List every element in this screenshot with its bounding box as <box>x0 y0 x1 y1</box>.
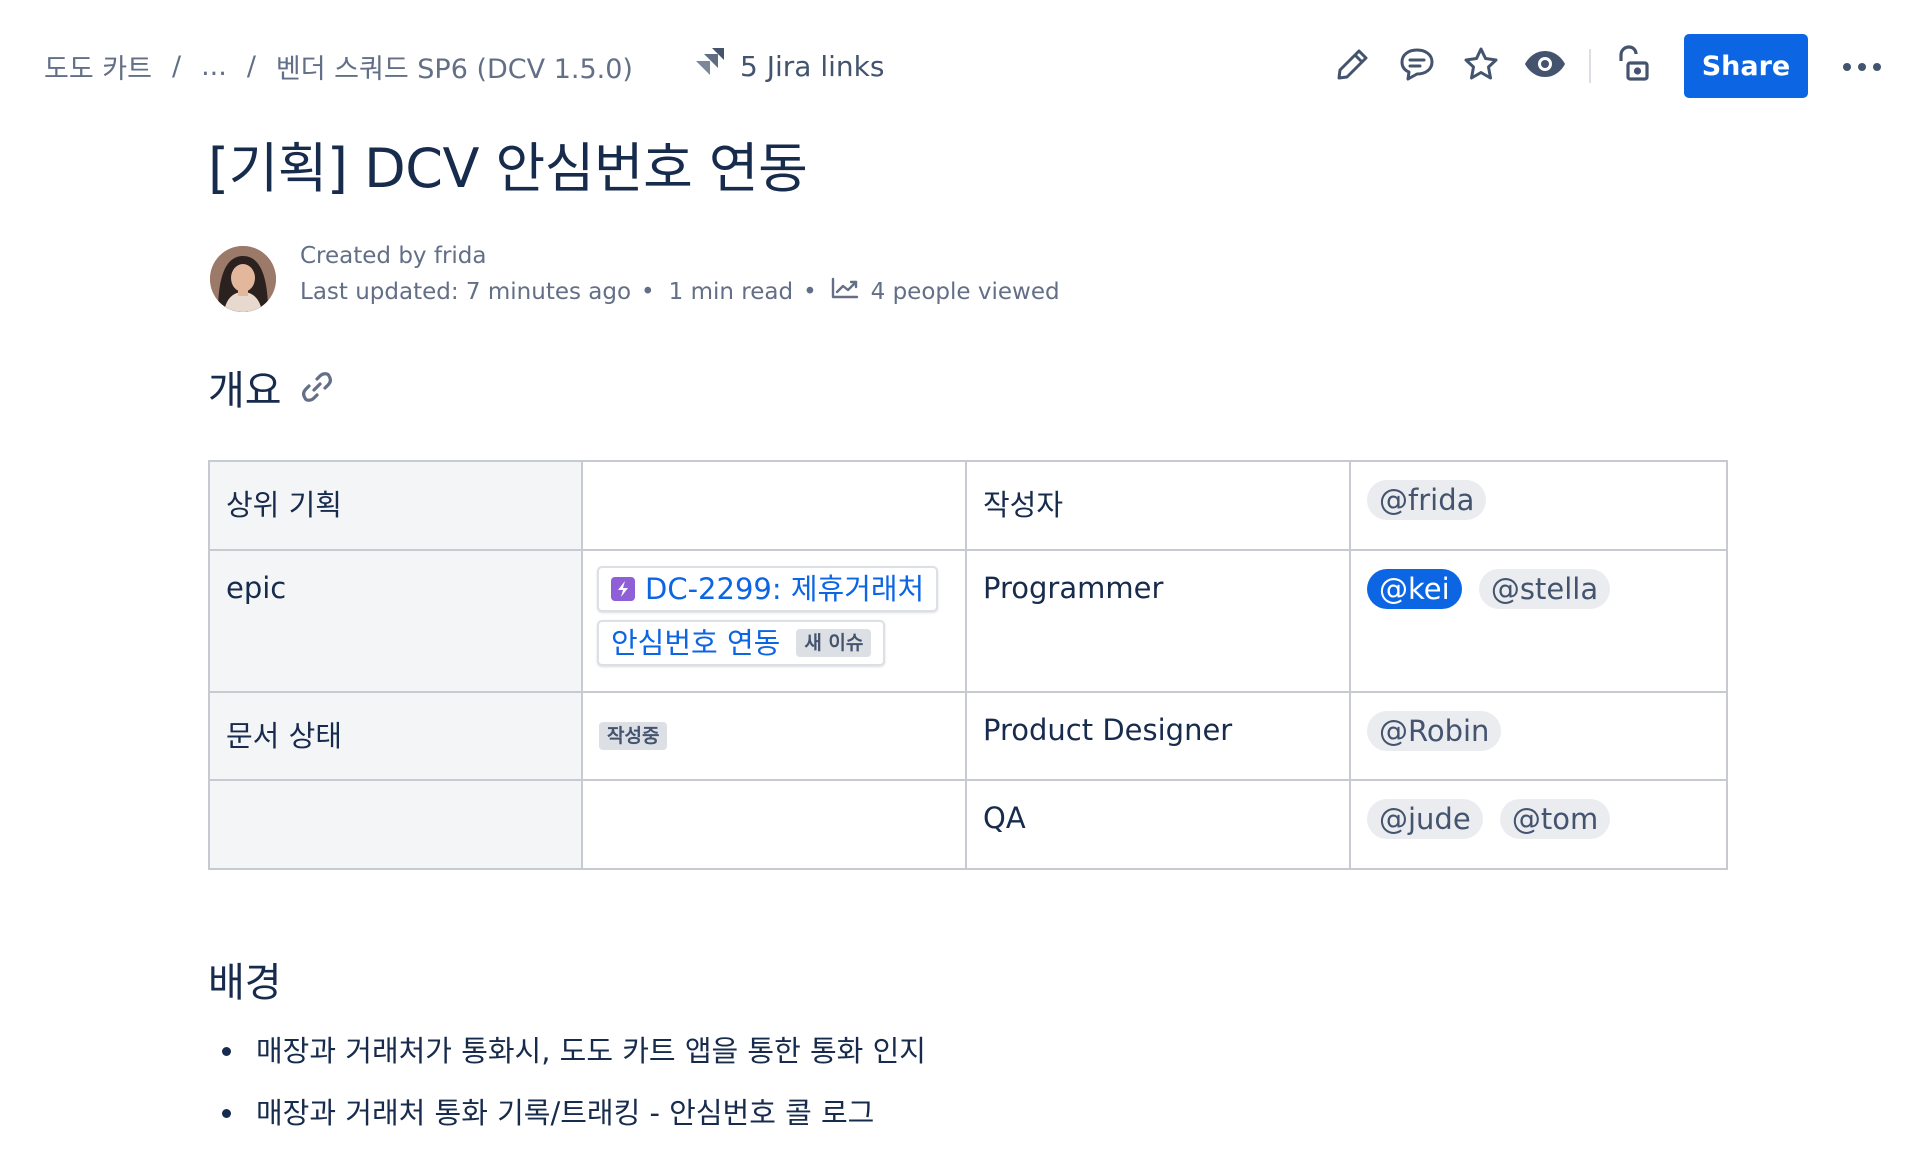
empty-label-cell <box>208 779 583 870</box>
qa-value: @jude @tom <box>1349 779 1728 870</box>
list-item: 매장과 거래처가 통화시, 도도 카트 앱을 통한 통화 인지 <box>208 1028 926 1090</box>
created-by: Created by frida <box>300 243 487 269</box>
epic-value: DC-2299: 제휴거래처 안심번호 연동 새 이슈 <box>581 549 967 693</box>
breadcrumb-space[interactable]: 도도 카트 <box>44 47 152 86</box>
jira-issue-title-continued: 안심번호 연동 <box>611 626 781 660</box>
author-label: 작성자 <box>965 460 1351 551</box>
share-button[interactable]: Share <box>1684 34 1808 98</box>
more-actions-button[interactable] <box>1836 40 1888 92</box>
overview-table: 상위 기획 작성자 @frida epic DC-2299: 제휴거래처 안심번… <box>208 460 1728 870</box>
jira-icon <box>692 46 726 87</box>
doc-status-label: 문서 상태 <box>208 691 583 781</box>
mention-jude[interactable]: @jude <box>1367 799 1483 839</box>
status-badge: 작성중 <box>599 722 668 750</box>
background-list: 매장과 거래처가 통화시, 도도 카트 앱을 통한 통화 인지 매장과 거래처 … <box>208 1028 926 1152</box>
product-designer-label: Product Designer <box>965 691 1351 781</box>
edit-button[interactable] <box>1325 38 1381 94</box>
comment-icon <box>1398 45 1436 87</box>
author-avatar[interactable] <box>210 246 276 312</box>
overview-heading-text: 개요 <box>208 368 282 414</box>
page-views-label: 4 people viewed <box>870 279 1060 305</box>
top-bar: 도도 카트 / ... / 벤더 스쿼드 SP6 (DCV 1.5.0) 5 J… <box>0 0 1930 130</box>
table-row: 문서 상태 작성중 Product Designer @Robin <box>208 691 1728 781</box>
background-heading-text: 배경 <box>208 960 282 1006</box>
breadcrumb-separator: / <box>246 50 256 82</box>
mention-kei[interactable]: @kei <box>1367 569 1462 609</box>
mention-tom[interactable]: @tom <box>1499 799 1611 839</box>
qa-label: QA <box>965 779 1351 870</box>
table-row: 상위 기획 작성자 @frida <box>208 460 1728 551</box>
unlock-icon <box>1615 45 1651 87</box>
programmer-value: @kei @stella <box>1349 549 1728 693</box>
programmer-label: Programmer <box>965 549 1351 693</box>
restrictions-button[interactable] <box>1605 38 1661 94</box>
jira-issue-title: DC-2299: 제휴거래처 <box>645 572 925 606</box>
mention-frida[interactable]: @frida <box>1367 480 1487 520</box>
meta-separator: • <box>641 279 655 305</box>
page-views[interactable]: 4 people viewed <box>831 274 1060 310</box>
overview-heading: 개요 <box>208 358 336 416</box>
page-toolbar <box>1325 38 1669 94</box>
jira-issue-card-continued[interactable]: 안심번호 연동 새 이슈 <box>597 620 886 666</box>
new-issue-badge: 새 이슈 <box>796 629 872 657</box>
table-row: epic DC-2299: 제휴거래처 안심번호 연동 새 이슈 Program… <box>208 549 1728 693</box>
comment-button[interactable] <box>1389 38 1445 94</box>
eye-icon <box>1524 49 1566 83</box>
author-value: @frida <box>1349 460 1728 551</box>
jira-issue-card[interactable]: DC-2299: 제휴거래처 <box>597 566 939 612</box>
background-heading: 배경 <box>208 950 282 1008</box>
watch-button[interactable] <box>1517 38 1573 94</box>
confluence-page: 도도 카트 / ... / 벤더 스쿼드 SP6 (DCV 1.5.0) 5 J… <box>0 0 1930 1170</box>
analytics-icon <box>831 274 859 310</box>
table-row: QA @jude @tom <box>208 779 1728 870</box>
breadcrumb-separator: / <box>171 50 182 82</box>
star-icon <box>1462 45 1500 87</box>
doc-status-value: 작성중 <box>581 691 967 781</box>
breadcrumb: 도도 카트 / ... / 벤더 스쿼드 SP6 (DCV 1.5.0) <box>44 46 633 86</box>
link-icon[interactable] <box>298 368 336 406</box>
breadcrumb-ellipsis[interactable]: ... <box>201 51 227 82</box>
jira-links-label: 5 Jira links <box>740 49 885 83</box>
read-time: 1 min read <box>668 279 794 305</box>
empty-value-cell <box>581 779 967 870</box>
product-designer-value: @Robin <box>1349 691 1728 781</box>
meta-separator: • <box>803 279 817 305</box>
breadcrumb-parent-page[interactable]: 벤더 스쿼드 SP6 (DCV 1.5.0) <box>276 47 633 86</box>
page-title: [기획] DCV 안심번호 연동 <box>208 137 808 200</box>
star-button[interactable] <box>1453 38 1509 94</box>
parent-plan-label: 상위 기획 <box>208 460 583 551</box>
mention-stella[interactable]: @stella <box>1478 569 1611 609</box>
pencil-icon <box>1335 46 1371 86</box>
page-meta-line: Last updated: 7 minutes ago • 1 min read… <box>300 274 1060 310</box>
page-meta: Created by frida Last updated: 7 minutes… <box>300 238 1060 310</box>
epic-icon <box>611 577 635 601</box>
list-item: 매장과 거래처 통화 기록/트래킹 - 안심번호 콜 로그 <box>208 1090 926 1152</box>
jira-links-button[interactable]: 5 Jira links <box>692 44 884 88</box>
last-updated[interactable]: Last updated: 7 minutes ago <box>300 274 631 310</box>
mention-robin[interactable]: @Robin <box>1367 711 1502 751</box>
toolbar-divider <box>1589 49 1591 83</box>
more-icon <box>1842 57 1882 76</box>
parent-plan-value <box>581 460 967 551</box>
epic-label: epic <box>208 549 583 693</box>
